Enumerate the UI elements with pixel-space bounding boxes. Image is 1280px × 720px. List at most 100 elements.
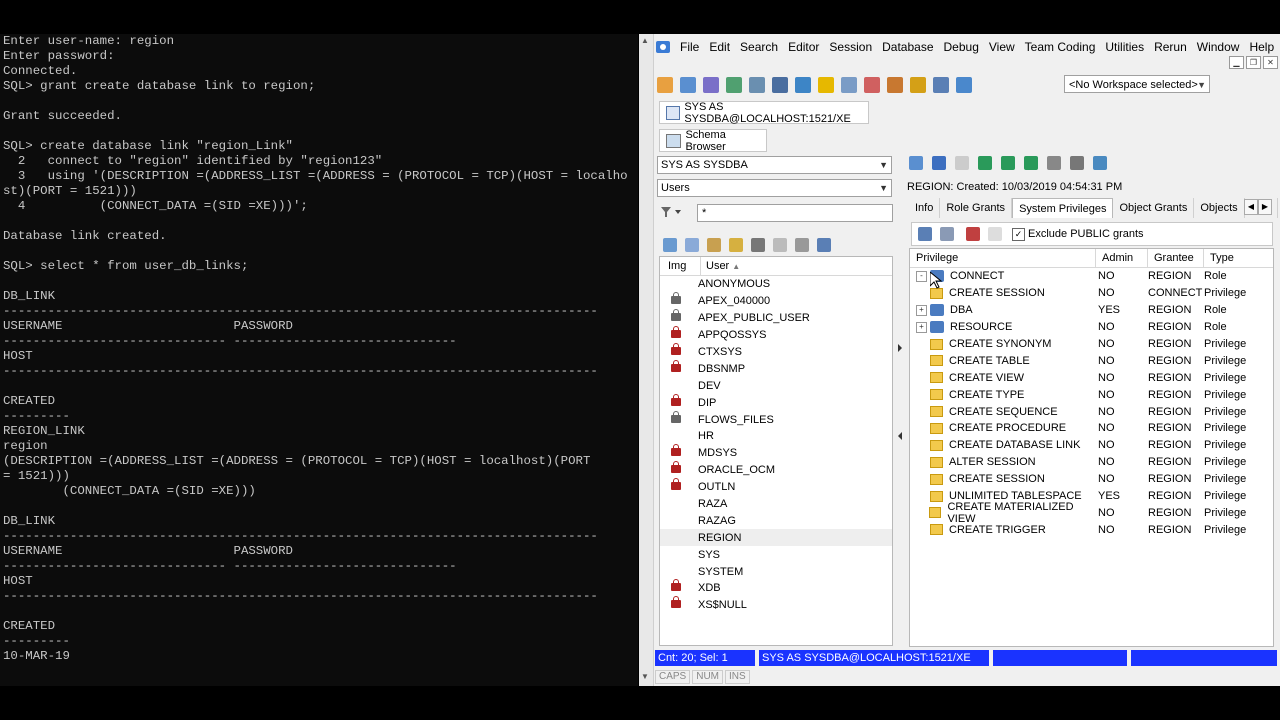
privileges-table[interactable]: Privilege Admin Grantee Type - CONNECT NO R… [909,248,1274,647]
user-row[interactable]: ANONYMOUS [660,276,892,293]
privilege-row[interactable]: + DBA YES REGION Role [910,302,1273,319]
menu-item-team-coding[interactable]: Team Coding [1025,40,1096,54]
lock-icon[interactable] [751,238,765,252]
column-header-admin[interactable]: Admin [1096,249,1148,267]
user-row[interactable]: MDSYS [660,444,892,462]
users-list[interactable]: Img User ▲ ANONYMOUS APEX_040000 APEX_PUBL… [659,256,893,646]
schema-select[interactable]: SYS AS SYSDBA ▼ [657,156,892,174]
user-row[interactable]: SYS [660,546,892,563]
schema-browser-tab[interactable]: Schema Browser [659,129,767,153]
user-row[interactable]: HR [660,428,892,445]
menu-item-edit[interactable]: Edit [709,40,730,54]
sync-icon[interactable] [1001,156,1015,170]
monitor-icon[interactable] [795,77,811,93]
user-row[interactable]: ORACLE_OCM [660,461,892,479]
user-filter-input[interactable]: * [697,204,893,222]
menu-item-database[interactable]: Database [882,40,933,54]
menu-item-file[interactable]: File [680,40,699,54]
column-header-img[interactable]: Img [660,257,701,275]
user-row[interactable]: DBSNMP [660,359,892,377]
window-icon[interactable] [749,77,765,93]
forward-icon[interactable] [955,156,969,170]
session-tab[interactable]: SYS AS SYSDBA@LOCALHOST:1521/XE [659,101,869,125]
delete-icon[interactable] [988,227,1002,241]
privilege-row[interactable]: + RESOURCE NO REGION Role [910,319,1273,336]
menu-item-view[interactable]: View [989,40,1015,54]
privilege-row[interactable]: CREATE PROCEDURE NO REGION Privilege [910,420,1273,437]
tab-objects[interactable]: Objects [1194,198,1245,218]
user-row[interactable]: RAZAG [660,512,892,529]
user-row[interactable]: APPQOSSYS [660,326,892,344]
unlock-icon[interactable] [773,238,787,252]
schema-icon[interactable] [703,77,719,93]
tab-left-icon[interactable]: ◀ [1244,199,1258,215]
panel-splitter[interactable] [897,344,903,444]
close-icon[interactable]: ✕ [1263,56,1278,69]
sql-icon[interactable] [726,77,742,93]
privilege-row[interactable]: CREATE MATERIALIZED VIEW NO REGION Privileg… [910,501,1273,525]
minimize-icon[interactable]: ▁ [1229,56,1244,69]
list-icon[interactable] [940,227,954,241]
grid-icon[interactable] [772,77,788,93]
column-header-privilege[interactable]: Privilege [910,249,1096,267]
back-icon[interactable] [932,156,946,170]
user-row[interactable]: XS$NULL [660,596,892,614]
workspace-select[interactable]: <No Workspace selected> ▼ [1064,75,1210,93]
column-header-user[interactable]: User ▲ [701,257,892,275]
user-row[interactable]: XDB [660,579,892,597]
menu-item-editor[interactable]: Editor [788,40,819,54]
tab-right-icon[interactable]: ▶ [1258,199,1272,215]
user-row[interactable]: APEX_040000 [660,292,892,310]
user-row[interactable]: SYSTEM [660,563,892,580]
user-icon[interactable] [887,77,903,93]
filter-icon[interactable] [661,206,683,221]
tab-info[interactable]: Info [909,198,941,218]
debug-icon[interactable] [910,77,926,93]
editor-icon[interactable] [680,77,696,93]
export-icon[interactable] [817,238,831,252]
user-row[interactable]: DEV [660,377,892,394]
privilege-row[interactable]: CREATE SYNONYM NO REGION Privilege [910,336,1273,353]
filter-icon[interactable] [795,238,809,252]
privilege-row[interactable]: ALTER SESSION NO REGION Privilege [910,454,1273,471]
menu-item-window[interactable]: Window [1197,40,1240,54]
menu-item-help[interactable]: Help [1249,40,1274,54]
refresh-icon[interactable] [663,238,677,252]
report-icon[interactable] [864,77,880,93]
privilege-row[interactable]: CREATE TYPE NO REGION Privilege [910,386,1273,403]
flash-icon[interactable] [818,77,834,93]
exclude-public-checkbox[interactable]: ✓ [1012,227,1025,241]
refresh-icon[interactable] [978,156,992,170]
menu-item-session[interactable]: Session [829,40,872,54]
sqlplus-console[interactable]: Enter user-name: region Enter password: … [0,34,638,686]
navigate-icon[interactable] [909,156,923,170]
collapse-icon[interactable]: - [916,270,927,282]
edit-icon[interactable] [729,238,743,252]
user-row[interactable]: RAZA [660,496,892,513]
user-row[interactable]: APEX_PUBLIC_USER [660,309,892,327]
list-icon[interactable] [1070,156,1084,170]
user-row[interactable]: DIP [660,393,892,411]
settings-icon[interactable] [933,77,949,93]
tab-role-grants[interactable]: Role Grants [940,198,1013,218]
new-editor-icon[interactable] [657,77,673,93]
menu-item-debug[interactable]: Debug [944,40,979,54]
privilege-row[interactable]: CREATE TABLE NO REGION Privilege [910,352,1273,369]
privilege-row[interactable]: CREATE SEQUENCE NO REGION Privilege [910,403,1273,420]
create-user-icon[interactable] [707,238,721,252]
privilege-row[interactable]: CREATE SESSION NO REGION Privilege [910,471,1273,488]
object-type-select[interactable]: Users ▼ [657,179,892,197]
user-row[interactable]: REGION [660,529,892,547]
left-scrollbar[interactable]: ▲ ▼ [639,34,654,686]
reload-icon[interactable] [1024,156,1038,170]
tools-icon[interactable] [841,77,857,93]
menu-item-utilities[interactable]: Utilities [1105,40,1144,54]
expand-icon[interactable]: + [916,321,927,333]
column-header-grantee[interactable]: Grantee [1148,249,1204,267]
tab-system-privileges[interactable]: System Privileges [1012,198,1114,218]
privilege-row[interactable]: CREATE TRIGGER NO REGION Privilege [910,521,1273,538]
copy-icon[interactable] [685,238,699,252]
globe-icon[interactable] [956,77,972,93]
grant-icon[interactable] [918,227,932,241]
user-row[interactable]: FLOWS_FILES [660,410,892,428]
